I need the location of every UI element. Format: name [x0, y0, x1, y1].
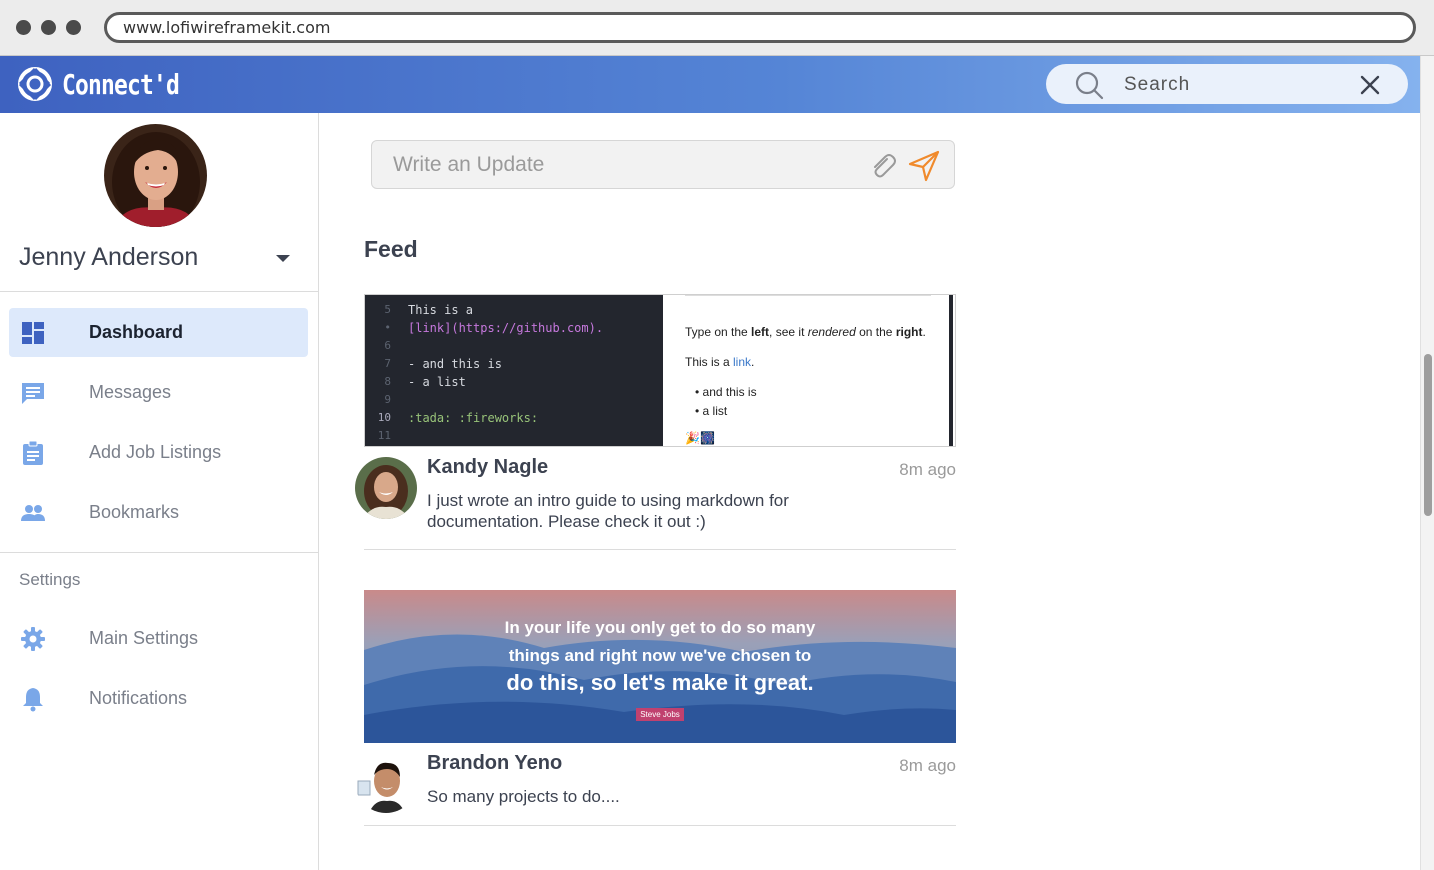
post-author-name[interactable]: Kandy Nagle: [427, 456, 548, 479]
feed-title: Feed: [364, 236, 418, 262]
emoji-icons: 🎉🎆: [685, 431, 715, 445]
sidebar-item-add-job-listings[interactable]: Add Job Listings: [9, 428, 308, 477]
post-image[interactable]: In your life you only get to do so many …: [364, 590, 956, 743]
line-number: 11: [377, 429, 391, 442]
sidebar-item-bookmarks[interactable]: Bookmarks: [9, 488, 308, 537]
post-text: So many projects to do....: [427, 787, 620, 806]
post-timestamp: 8m ago: [899, 460, 956, 479]
sidebar-item-notifications[interactable]: Notifications: [9, 674, 308, 723]
post-divider: [364, 825, 956, 826]
search-bar: [1046, 64, 1408, 104]
sidebar-item-main-settings[interactable]: Main Settings: [9, 614, 308, 663]
line-number: 8: [384, 375, 391, 388]
profile-name[interactable]: Jenny Anderson: [19, 243, 198, 272]
sidebar-item-label: Dashboard: [89, 322, 184, 342]
logo-icon: [18, 67, 52, 101]
brand-name[interactable]: Connect'd: [62, 68, 180, 101]
preview-line: Type on the left, see it rendered on the…: [685, 325, 926, 339]
line-number: 9: [384, 393, 391, 406]
post-image[interactable]: 5 This is a • [link](https://github.com). …: [364, 294, 956, 447]
update-composer: [371, 140, 955, 189]
profile-avatar[interactable]: [104, 124, 207, 227]
send-icon[interactable]: [908, 150, 940, 182]
post-divider: [364, 549, 956, 550]
quote-line: In your life you only get to do so many: [504, 618, 816, 637]
page-scrollbar[interactable]: [1420, 56, 1434, 870]
update-input[interactable]: [393, 153, 853, 177]
line-number: 6: [384, 339, 391, 352]
people-icon: [21, 505, 45, 521]
line-number: 5: [384, 303, 391, 316]
gear-icon: [21, 627, 45, 651]
post-author-avatar[interactable]: [355, 751, 417, 813]
sidebar-divider: [0, 552, 318, 553]
preview-bullet: • a list: [695, 404, 728, 418]
post-author-avatar[interactable]: [355, 457, 417, 519]
sidebar-divider: [0, 291, 318, 292]
sidebar: Jenny Anderson Dashboard Messages Add Jo…: [0, 113, 319, 870]
scrollbar-thumb[interactable]: [1424, 354, 1432, 516]
sidebar-item-label: Notifications: [89, 688, 188, 708]
search-icon[interactable]: [1074, 70, 1104, 100]
bell-icon: [23, 688, 43, 712]
clipboard-icon: [23, 440, 43, 465]
chevron-down-icon[interactable]: [276, 255, 290, 262]
window-maximize-dot[interactable]: [66, 20, 81, 35]
markdown-preview-screenshot: Type on the left, see it rendered on the…: [663, 295, 953, 446]
window-close-dot[interactable]: [16, 20, 31, 35]
messages-icon: [22, 383, 44, 404]
code-line: :tada: :fireworks:: [408, 411, 539, 425]
code-line: This is a: [408, 303, 474, 317]
markdown-editor-screenshot: 5 This is a • [link](https://github.com). …: [365, 295, 663, 446]
sidebar-item-label: Bookmarks: [89, 502, 180, 522]
quote-line: do this, so let's make it great.: [506, 670, 814, 695]
line-number: 7: [384, 357, 391, 370]
line-number: 10: [377, 411, 391, 424]
sidebar-item-label: Add Job Listings: [89, 442, 222, 462]
sidebar-item-messages[interactable]: Messages: [9, 368, 308, 417]
preview-line: This is a link.: [685, 355, 755, 369]
app-header: Connect'd: [0, 56, 1422, 113]
line-number: •: [384, 321, 391, 334]
code-line: [link](https://github.com).: [408, 321, 604, 335]
settings-section-heading: Settings: [19, 570, 81, 589]
sidebar-item-label: Messages: [89, 382, 172, 402]
dashboard-icon: [22, 322, 44, 344]
window-minimize-dot[interactable]: [41, 20, 56, 35]
code-line: - a list: [408, 375, 466, 389]
quote-line: things and right now we've chosen to: [508, 646, 812, 665]
address-bar[interactable]: www.lofiwireframekit.com: [104, 12, 1416, 43]
post-text: I just wrote an intro guide to using mar…: [427, 491, 789, 531]
search-input[interactable]: [1124, 74, 1344, 96]
paperclip-icon[interactable]: [867, 151, 897, 181]
code-line: - and this is: [408, 357, 502, 371]
browser-chrome: www.lofiwireframekit.com: [0, 0, 1434, 56]
post-author-name[interactable]: Brandon Yeno: [427, 752, 562, 775]
sidebar-item-label: Main Settings: [89, 628, 199, 648]
preview-bullet: • and this is: [695, 385, 757, 399]
post-timestamp: 8m ago: [899, 756, 956, 775]
quote-attribution: Steve Jobs: [636, 708, 684, 721]
sidebar-item-dashboard[interactable]: Dashboard: [9, 308, 308, 357]
close-icon[interactable]: [1359, 74, 1381, 96]
